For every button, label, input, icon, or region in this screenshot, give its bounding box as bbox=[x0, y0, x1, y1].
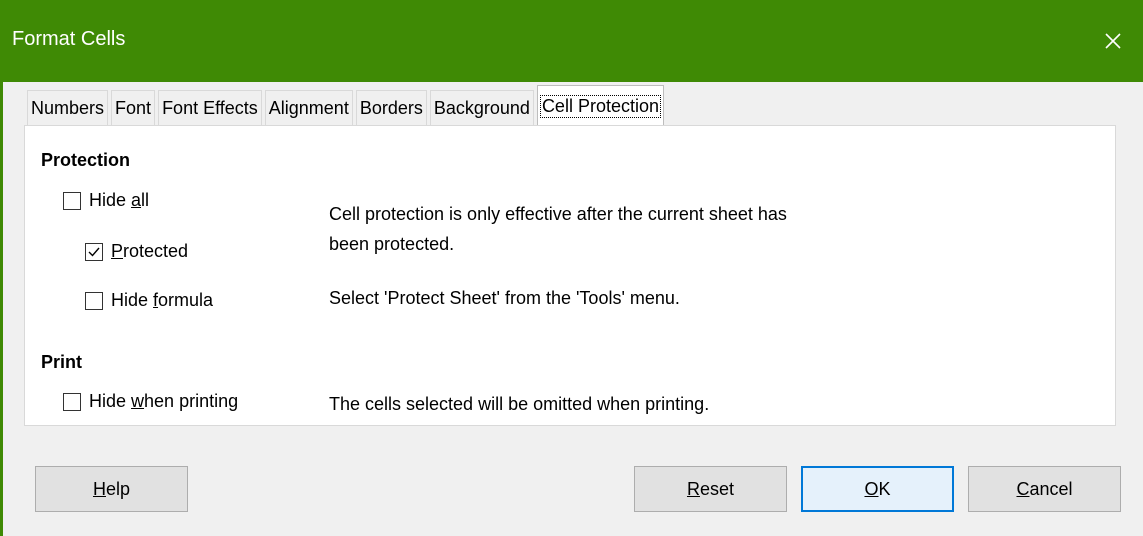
hide-formula-label: Hide formula bbox=[111, 290, 214, 310]
tab-font[interactable]: Font bbox=[111, 90, 156, 126]
hide-when-printing-label: Hide when printing bbox=[89, 391, 239, 411]
hide-formula-checkbox[interactable]: Hide formula bbox=[85, 290, 213, 311]
protect-sheet-hint: Select 'Protect Sheet' from the 'Tools' … bbox=[329, 288, 680, 308]
tab-borders[interactable]: Borders bbox=[355, 90, 427, 126]
close-icon bbox=[1105, 33, 1121, 49]
hide-when-printing-checkbox[interactable]: Hide when printing bbox=[63, 391, 238, 412]
close-button[interactable] bbox=[1083, 0, 1143, 82]
checkbox-box bbox=[85, 242, 103, 261]
checkbox-box bbox=[63, 392, 81, 411]
reset-button[interactable]: Reset bbox=[634, 466, 787, 512]
window-title: Format Cells bbox=[12, 28, 126, 50]
checkbox-box bbox=[85, 291, 103, 310]
tab-alignment[interactable]: Alignment bbox=[264, 90, 353, 126]
tab-label: Borders bbox=[359, 98, 423, 118]
tab-bar: Numbers Font Font Effects Alignment Bord… bbox=[27, 84, 667, 127]
help-button[interactable]: Help bbox=[35, 466, 188, 512]
reset-label: Reset bbox=[686, 478, 735, 499]
tab-label: Font bbox=[115, 98, 152, 118]
tab-label: Cell Protection bbox=[539, 95, 662, 118]
window-border bbox=[0, 82, 3, 536]
protected-checkbox[interactable]: Protected bbox=[85, 241, 188, 262]
tab-label: Font Effects bbox=[162, 98, 258, 118]
checkbox-box bbox=[63, 191, 81, 210]
tab-font-effects[interactable]: Font Effects bbox=[158, 90, 262, 126]
tab-numbers[interactable]: Numbers bbox=[27, 90, 109, 126]
tab-background[interactable]: Background bbox=[429, 90, 534, 126]
hide-all-label: Hide all bbox=[89, 190, 150, 210]
hide-all-checkbox[interactable]: Hide all bbox=[63, 190, 149, 211]
protected-label: Protected bbox=[111, 241, 189, 261]
info-line: Cell protection is only effective after … bbox=[329, 204, 787, 224]
tab-label: Numbers bbox=[31, 98, 105, 118]
ok-button[interactable]: OK bbox=[801, 466, 954, 512]
tab-label: Alignment bbox=[268, 98, 349, 118]
protection-section-title: Protection bbox=[41, 150, 131, 170]
help-label: Help bbox=[92, 478, 131, 499]
title-bar: Format Cells bbox=[0, 0, 1143, 82]
info-line: been protected. bbox=[329, 234, 455, 254]
tab-label: Background bbox=[433, 98, 530, 118]
protection-info-text: Cell protection is only effective after … bbox=[329, 199, 787, 259]
tab-cell-protection[interactable]: Cell Protection bbox=[536, 85, 664, 127]
print-section-title: Print bbox=[41, 352, 83, 372]
ok-label: OK bbox=[864, 478, 891, 499]
checkmark-icon bbox=[88, 247, 100, 257]
tab-panel-cell-protection: Protection Hide all Protected Hide formu… bbox=[24, 125, 1116, 426]
cancel-label: Cancel bbox=[1016, 478, 1073, 499]
print-info-text: The cells selected will be omitted when … bbox=[329, 394, 710, 414]
cancel-button[interactable]: Cancel bbox=[968, 466, 1121, 512]
